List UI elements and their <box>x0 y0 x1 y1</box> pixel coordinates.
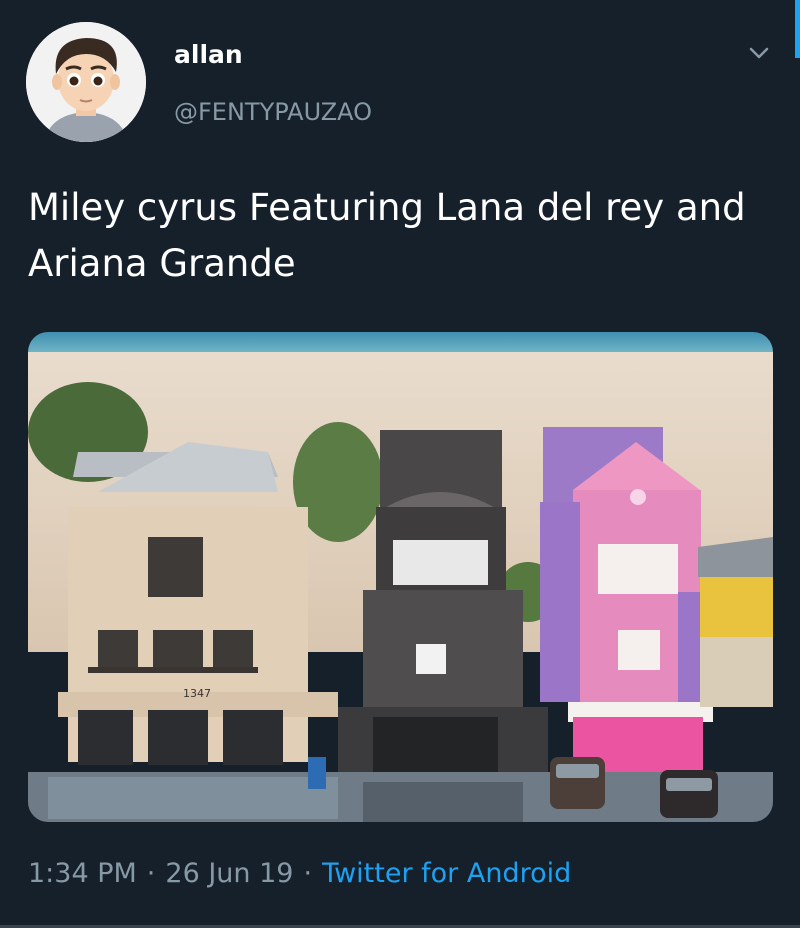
accent-strip <box>795 0 800 58</box>
tweet-text: Miley cyrus Featuring Lana del rey and A… <box>28 186 746 285</box>
username-handle[interactable]: @FENTYPAUZAO <box>174 98 372 126</box>
chevron-down-icon[interactable] <box>748 42 770 64</box>
tweet-photo[interactable]: 1347 <box>28 332 773 822</box>
tweet-date[interactable]: 26 Jun 19 <box>165 858 293 889</box>
separator-dot: · <box>146 858 156 889</box>
display-name[interactable]: allan <box>174 40 243 69</box>
tweet-meta: 1:34 PM · 26 Jun 19 · Twitter for Android <box>28 858 571 889</box>
beach-houses-photo: 1347 <box>28 332 773 822</box>
tweet-source-link[interactable]: Twitter for Android <box>322 858 571 889</box>
separator-dot: · <box>303 858 313 889</box>
house-number: 1347 <box>183 687 211 700</box>
avatar-illustration <box>26 22 146 142</box>
tweet-time[interactable]: 1:34 PM <box>28 858 137 889</box>
avatar[interactable] <box>26 22 146 142</box>
